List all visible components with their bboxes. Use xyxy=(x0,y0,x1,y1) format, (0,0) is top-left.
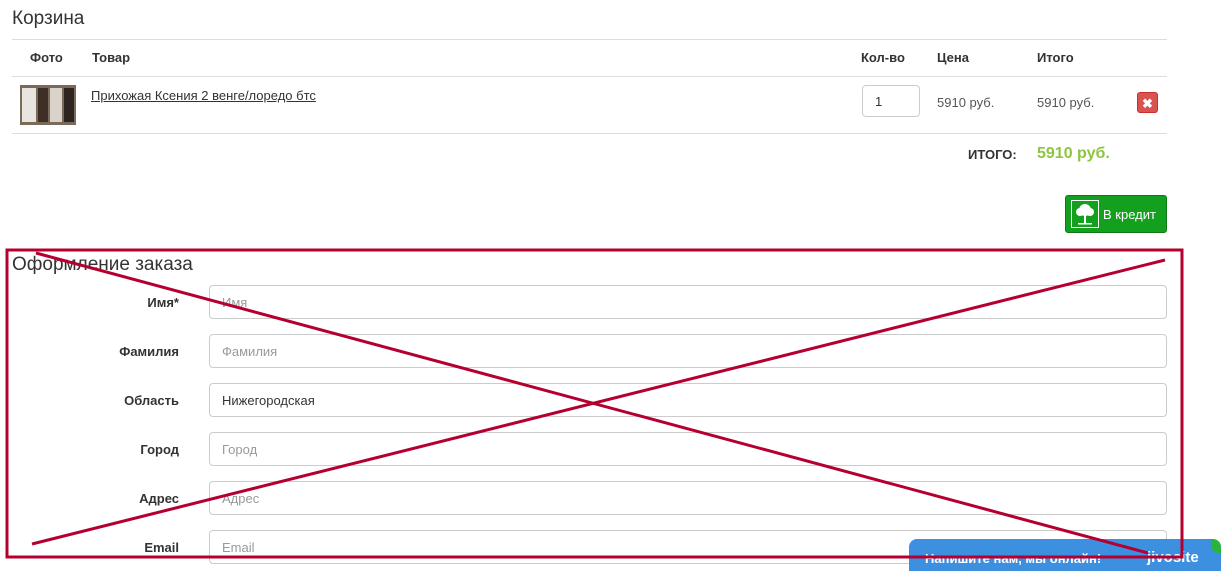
last-name-field[interactable] xyxy=(209,334,1167,368)
item-price: 5910 руб. xyxy=(937,95,995,110)
item-total: 5910 руб. xyxy=(1037,95,1095,110)
online-indicator xyxy=(1211,539,1221,553)
chat-widget[interactable]: Напишите нам, мы онлайн! jivosite xyxy=(909,539,1221,571)
address-label: Адрес xyxy=(139,491,179,506)
credit-button-label: В кредит xyxy=(1103,207,1156,222)
close-icon: ✖ xyxy=(1142,96,1153,111)
address-field[interactable] xyxy=(209,481,1167,515)
cart-title: Корзина xyxy=(12,8,85,29)
grand-total-value: 5910 руб. xyxy=(1037,145,1110,162)
divider xyxy=(12,133,1167,134)
quantity-input[interactable] xyxy=(862,85,920,117)
column-header-price: Цена xyxy=(937,50,969,65)
region-label: Область xyxy=(124,393,179,408)
column-header-qty: Кол-во xyxy=(861,50,905,65)
first-name-label: Имя* xyxy=(147,295,179,310)
column-header-product: Товар xyxy=(92,50,131,65)
product-link[interactable]: Прихожая Ксения 2 венге/лоредо бтс xyxy=(91,88,316,103)
tree-icon xyxy=(1071,200,1099,228)
remove-item-button[interactable]: ✖ xyxy=(1137,92,1158,113)
column-header-photo: Фото xyxy=(30,50,63,65)
product-thumbnail[interactable] xyxy=(20,85,76,125)
grand-total-label: ИТОГО: xyxy=(968,147,1017,162)
email-label: Email xyxy=(144,540,179,555)
chat-brand-logo: jivosite xyxy=(1147,549,1199,566)
chat-message: Напишите нам, мы онлайн! xyxy=(925,551,1102,566)
city-field[interactable] xyxy=(209,432,1167,466)
first-name-field[interactable] xyxy=(209,285,1167,319)
order-title: Оформление заказа xyxy=(12,254,193,275)
city-label: Город xyxy=(140,442,179,457)
region-field[interactable] xyxy=(209,383,1167,417)
credit-button[interactable]: В кредит xyxy=(1065,195,1167,233)
divider xyxy=(12,39,1167,40)
column-header-total: Итого xyxy=(1037,50,1074,65)
last-name-label: Фамилия xyxy=(119,344,179,359)
divider xyxy=(12,76,1167,77)
